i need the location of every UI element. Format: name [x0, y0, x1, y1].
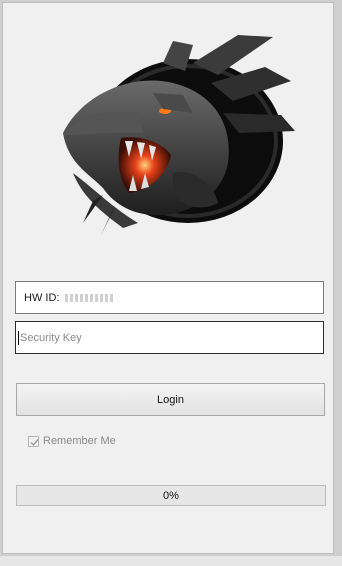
dragon-head-icon	[63, 35, 295, 235]
hwid-value-redacted	[65, 293, 116, 302]
login-window: HW ID: Login Remember Me 0%	[2, 2, 334, 554]
hwid-field: HW ID:	[15, 281, 324, 314]
checkbox-box[interactable]	[28, 435, 39, 447]
window-bottom-edge	[0, 556, 342, 566]
text-caret	[18, 330, 19, 345]
security-key-input[interactable]	[20, 327, 310, 348]
login-button[interactable]: Login	[16, 383, 325, 416]
progress-bar: 0%	[16, 485, 326, 506]
progress-text: 0%	[163, 489, 179, 502]
remember-me-label: Remember Me	[43, 435, 116, 447]
checkmark-icon	[30, 438, 39, 446]
login-button-label: Login	[157, 393, 184, 406]
security-key-field[interactable]	[15, 321, 324, 354]
dragon-logo	[43, 23, 303, 243]
remember-me-checkbox[interactable]: Remember Me	[28, 435, 116, 447]
hwid-label: HW ID:	[24, 291, 60, 304]
